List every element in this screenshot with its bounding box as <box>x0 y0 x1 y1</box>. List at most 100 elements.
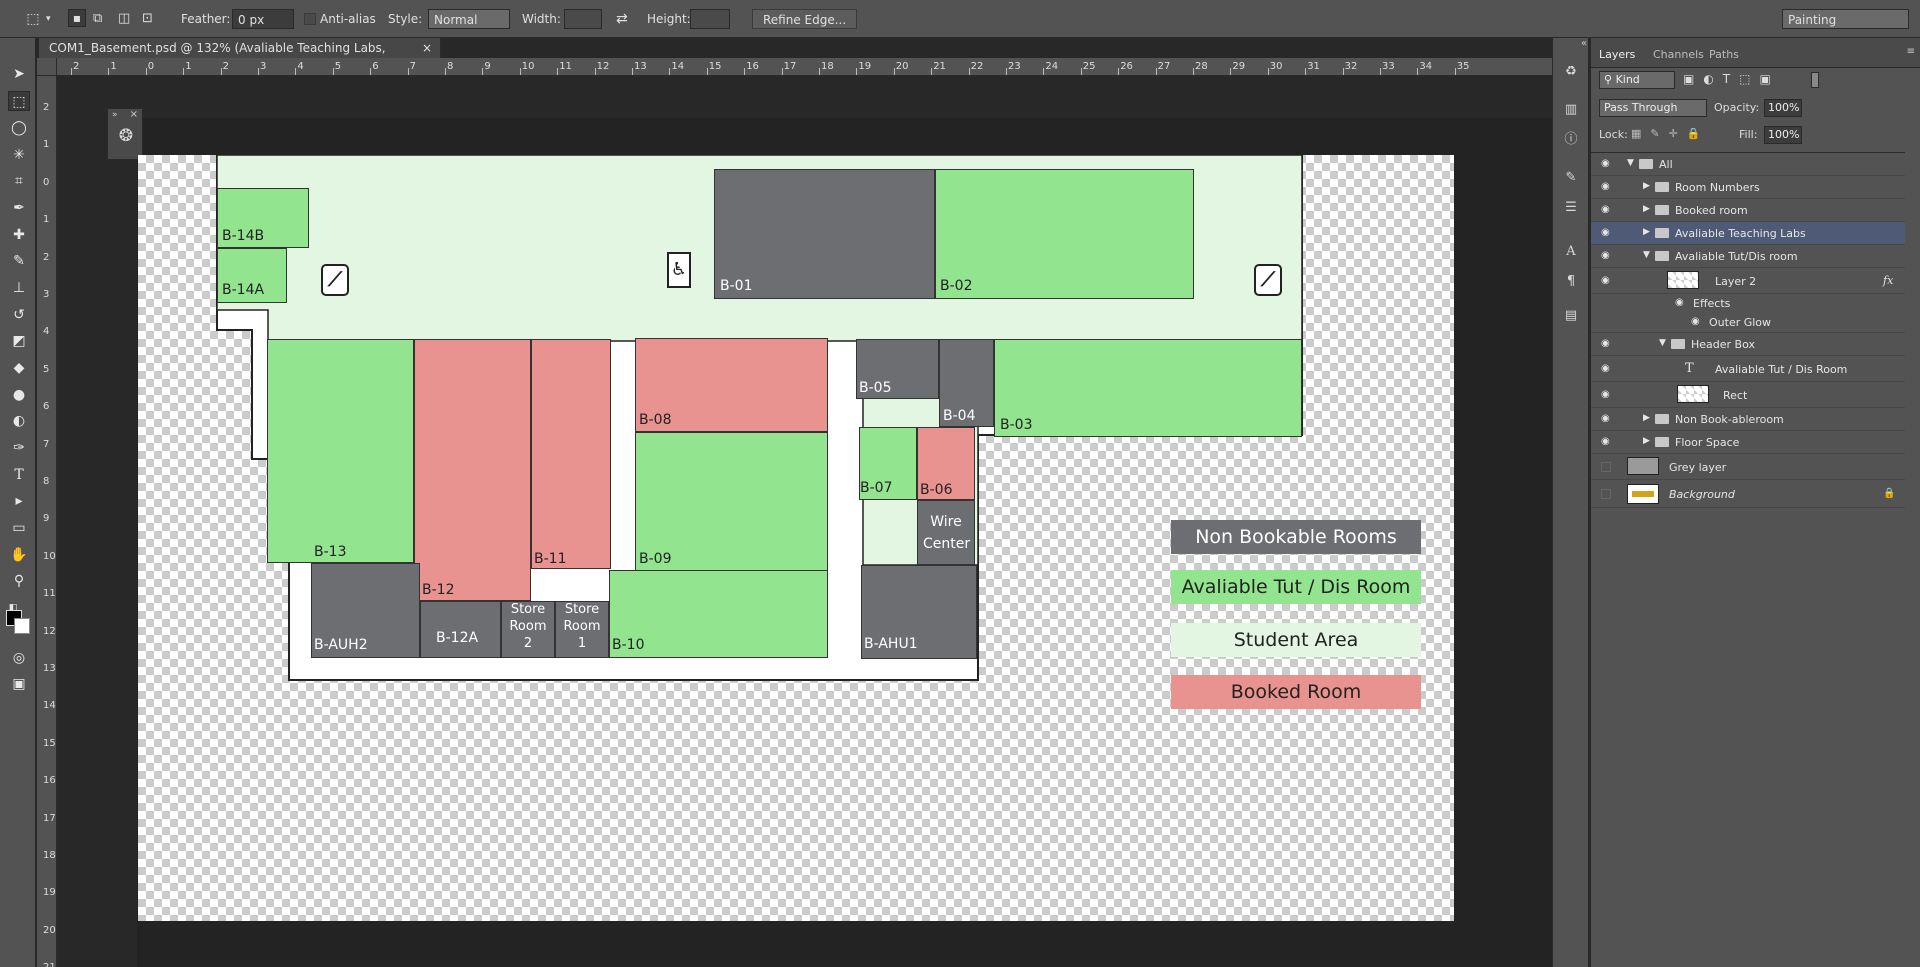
brush-presets-icon[interactable]: ✎ <box>1561 168 1581 188</box>
visibility-eye-icon[interactable]: ◉ <box>1601 437 1613 447</box>
layer-row[interactable]: ◉ ▼ Header Box <box>1591 333 1905 356</box>
hand-tool-icon[interactable]: ✋ <box>8 545 30 565</box>
layer-row[interactable]: ◉ ▶ Floor Space <box>1591 431 1905 454</box>
healing-brush-icon[interactable]: ✚ <box>8 225 30 245</box>
canvas[interactable]: B-14B B-14A B-01 B-02 B-05 B-04 B-03 B-0… <box>138 155 1454 921</box>
shape-tool-icon[interactable]: ▭ <box>8 518 30 538</box>
character-panel-icon[interactable]: A <box>1561 242 1581 262</box>
room-b12[interactable] <box>414 339 531 601</box>
magic-wand-tool-icon[interactable]: ✳ <box>8 145 30 165</box>
refine-edge-button[interactable]: Refine Edge... <box>752 9 858 29</box>
width-input[interactable] <box>564 9 602 29</box>
layer-row[interactable]: ◉ T Avaliable Tut / Dis Room <box>1591 356 1905 382</box>
lasso-tool-icon[interactable]: ◯ <box>8 118 30 138</box>
opacity-input[interactable]: 100% <box>1764 99 1802 117</box>
filter-kind-select[interactable]: ⚲ Kind <box>1599 71 1675 89</box>
history-panel-icon[interactable]: ♻ <box>1561 62 1581 82</box>
type-tool-icon[interactable]: T <box>8 465 30 485</box>
path-selection-icon[interactable]: ▸ <box>8 491 30 511</box>
layer-row[interactable]: Background 🔒 <box>1591 480 1905 508</box>
layer-row[interactable]: ◉ ▼ All <box>1591 153 1905 176</box>
lock-icons[interactable]: ▦✎✛🔒 <box>1631 127 1710 140</box>
pen-tool-icon[interactable]: ✑ <box>8 438 30 458</box>
fill-input[interactable]: 100% <box>1764 126 1802 144</box>
expand-icon[interactable]: » <box>112 110 118 120</box>
intersect-selection-icon[interactable]: ⊡ <box>142 9 153 29</box>
feather-input[interactable]: 0 px <box>232 9 294 29</box>
visibility-toggle-empty[interactable] <box>1601 462 1611 472</box>
visibility-eye-icon[interactable]: ◉ <box>1601 390 1613 400</box>
room-b13[interactable] <box>267 339 414 563</box>
layer-comps-icon[interactable]: ▤ <box>1561 306 1581 326</box>
expand-triangle-icon[interactable]: ▼ <box>1643 250 1650 260</box>
paragraph-panel-icon[interactable]: ¶ <box>1561 272 1581 292</box>
tool-preset-dropdown-icon[interactable]: ▾ <box>46 9 51 29</box>
screen-mode-icon[interactable]: ▣ <box>8 674 30 694</box>
layer-row[interactable]: Grey layer <box>1591 454 1905 480</box>
visibility-eye-icon[interactable]: ◉ <box>1601 364 1613 374</box>
eraser-tool-icon[interactable]: ◩ <box>8 331 30 351</box>
swap-icon[interactable]: ⇄ <box>616 9 628 29</box>
antialias-checkbox[interactable] <box>304 13 316 25</box>
document-tab[interactable]: COM1_Basement.psd @ 132% (Avaliable Teac… <box>39 38 441 75</box>
marquee-tool-icon[interactable]: ⬚ <box>22 9 44 29</box>
tab-channels[interactable]: Channels <box>1653 48 1704 61</box>
visibility-eye-icon[interactable]: ◉ <box>1601 276 1613 286</box>
effect-row[interactable]: ◉ Outer Glow <box>1591 313 1905 333</box>
visibility-eye-icon[interactable]: ◉ <box>1601 182 1613 192</box>
move-tool-icon[interactable]: ➤ <box>8 64 30 84</box>
collapse-triangle-icon[interactable]: ▶ <box>1643 413 1650 423</box>
visibility-eye-icon[interactable]: ◉ <box>1675 298 1687 308</box>
collapse-icon[interactable]: « <box>1581 38 1587 49</box>
room-b11[interactable] <box>531 339 611 569</box>
brush-tool-icon[interactable]: ✎ <box>8 251 30 271</box>
new-selection-icon[interactable]: ▪ <box>68 9 86 27</box>
room-b03[interactable] <box>994 339 1302 437</box>
marquee-tool-icon[interactable]: ⬚ <box>8 91 30 111</box>
close-icon[interactable]: × <box>130 109 138 120</box>
height-input[interactable] <box>690 9 730 29</box>
fx-icon[interactable]: fx <box>1883 274 1893 287</box>
history-brush-icon[interactable]: ↺ <box>8 305 30 325</box>
filter-icons[interactable]: ▣◐T⬚▣ <box>1683 72 1780 86</box>
crop-tool-icon[interactable]: ⌗ <box>8 171 30 191</box>
blend-mode-select[interactable]: Pass Through <box>1599 99 1707 117</box>
tab-layers[interactable]: Layers <box>1599 48 1635 61</box>
info-panel-icon[interactable]: ⓘ <box>1561 130 1581 150</box>
collapse-triangle-icon[interactable]: ▶ <box>1643 181 1650 191</box>
paint-bucket-icon[interactable]: ◆ <box>8 358 30 378</box>
effects-row[interactable]: ◉ Effects <box>1591 294 1905 313</box>
expand-triangle-icon[interactable]: ▼ <box>1659 338 1666 348</box>
expand-triangle-icon[interactable]: ▼ <box>1627 158 1634 168</box>
style-select[interactable]: Normal <box>428 9 510 29</box>
layer-row[interactable]: ◉ ▼ Avaliable Tut/Dis room <box>1591 245 1905 268</box>
visibility-eye-icon[interactable]: ◉ <box>1601 414 1613 424</box>
collapse-triangle-icon[interactable]: ▶ <box>1643 436 1650 446</box>
subtract-selection-icon[interactable]: ◫ <box>118 9 130 29</box>
layer-row[interactable]: ◉ Rect <box>1591 382 1905 408</box>
visibility-eye-icon[interactable]: ◉ <box>1691 317 1703 327</box>
visibility-eye-icon[interactable]: ◉ <box>1601 205 1613 215</box>
room-b02[interactable] <box>935 169 1194 299</box>
horizontal-ruler[interactable]: 2 1 0 1 2 3 4 5 6 7 8 9 10 11 12 13 14 15 16 17 18 19 20 21 22 23… <box>57 58 1552 76</box>
panel-menu-icon[interactable]: ≡ <box>1907 46 1915 57</box>
layer-row[interactable]: ◉ ▶ Non Book-ableroom <box>1591 408 1905 431</box>
properties-panel-icon[interactable]: ▥ <box>1561 100 1581 120</box>
quick-mask-icon[interactable]: ◎ <box>8 648 30 668</box>
visibility-eye-icon[interactable]: ◉ <box>1601 339 1613 349</box>
adjustments-icon[interactable]: ☰ <box>1561 198 1581 218</box>
eyedropper-tool-icon[interactable]: ✒ <box>8 198 30 218</box>
background-color-swatch[interactable] <box>14 618 30 634</box>
layer-row-selected[interactable]: ◉ ▶ Avaliable Teaching Labs <box>1591 222 1905 245</box>
collapse-triangle-icon[interactable]: ▶ <box>1643 227 1650 237</box>
visibility-toggle-empty[interactable] <box>1601 489 1611 499</box>
vertical-ruler[interactable]: 210123456789101112131415161718192021 <box>37 76 57 967</box>
layer-row[interactable]: ◉ ▶ Booked room <box>1591 199 1905 222</box>
filter-toggle[interactable] <box>1811 72 1819 88</box>
visibility-eye-icon[interactable]: ◉ <box>1601 228 1613 238</box>
visibility-eye-icon[interactable]: ◉ <box>1601 159 1613 169</box>
navigator-wheel-icon[interactable]: ❂ <box>115 125 137 147</box>
add-selection-icon[interactable]: ⧉ <box>93 9 102 29</box>
close-tab-icon[interactable]: × <box>422 38 432 58</box>
layer-row[interactable]: ◉ Layer 2 fx <box>1591 268 1905 294</box>
